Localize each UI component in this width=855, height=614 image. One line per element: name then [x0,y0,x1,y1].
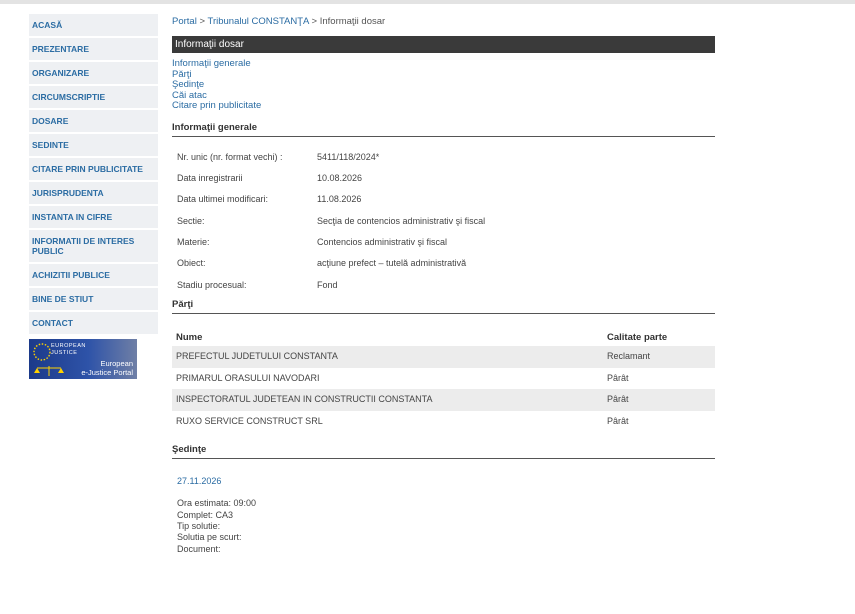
sidebar-item-achizitii-publice[interactable]: ACHIZITII PUBLICE [29,264,158,286]
info-row: Stadiu procesual: Fond [172,275,715,296]
info-row: Sectie: Secţia de contencios administrat… [172,211,715,232]
sidebar-item-acasa[interactable]: ACASĂ [29,14,158,36]
breadcrumb: Portal > Tribunalul CONSTANŢA > Informaţ… [172,14,715,30]
section-title-sedinte: Şedinţe [172,444,715,460]
quick-links: Informaţii generale Părţi Şedinţe Căi at… [172,58,715,112]
quick-link-citare[interactable]: Citare prin publicitate [172,100,715,112]
sedinta-details: Ora estimata: 09:00 Complet: CA3 Tip sol… [172,498,715,555]
table-row: PREFECTUL JUDETULUI CONSTANTA Reclamant [172,346,715,368]
quick-link-sedinte[interactable]: Şedinţe [172,79,715,91]
party-role: Pârât [607,415,629,426]
column-header-calitate: Calitate parte [607,332,668,344]
info-row: Data ultimei modificari: 11.08.2026 [172,189,715,210]
info-row: Obiect: acţiune prefect – tutelă adminis… [172,253,715,274]
info-label: Data inregistrarii [177,172,243,183]
sidebar-item-organizare[interactable]: ORGANIZARE [29,62,158,84]
sidebar-item-sedinte[interactable]: SEDINTE [29,134,158,156]
banner-line-1: EUROPEAN [51,343,86,349]
info-value: 5411/118/2024* [317,151,380,162]
quick-link-informatii-generale[interactable]: Informaţii generale [172,58,715,70]
eu-stars-icon [33,343,51,361]
section-title-general: Informaţii generale [172,122,715,137]
info-label: Sectie: [177,215,205,226]
breadcrumb-separator: > [311,16,318,27]
sedinta-document: Document: [177,543,221,554]
sidebar-item-contact[interactable]: CONTACT [29,312,158,334]
party-role: Pârât [607,372,629,383]
info-row: Materie: Contencios administrativ şi fis… [172,232,715,253]
banner-line-2: JUSTICE [51,350,78,356]
party-name: PRIMARUL ORASULUI NAVODARI [176,372,320,383]
banner-line-3: European [100,359,133,368]
sidebar-item-informatii-interes-public[interactable]: INFORMATII DE INTERES PUBLIC [29,230,158,262]
sedinta-solutia-pe-scurt: Solutia pe scurt: [177,532,242,543]
main-content: Portal > Tribunalul CONSTANŢA > Informaţ… [172,14,715,555]
table-row: RUXO SERVICE CONSTRUCT SRL Pârât [172,411,715,433]
party-name: PREFECTUL JUDETULUI CONSTANTA [176,351,338,362]
sidebar-item-citare[interactable]: CITARE PRIN PUBLICITATE [29,158,158,180]
sedinta-ora: Ora estimata: 09:00 [177,498,257,509]
info-value: Fond [317,279,338,290]
breadcrumb-separator: > [199,16,206,27]
info-label: Nr. unic (nr. format vechi) : [177,151,283,162]
breadcrumb-portal-link[interactable]: Portal [172,16,197,27]
sedinta-complet: Complet: CA3 [177,509,234,520]
party-role: Pârât [607,394,629,405]
info-value: Secţia de contencios administrativ şi fi… [317,215,486,226]
info-value: 10.08.2026 [317,172,363,183]
top-bar [0,0,855,4]
table-row: PRIMARUL ORASULUI NAVODARI Pârât [172,368,715,390]
info-row: Data inregistrarii 10.08.2026 [172,168,715,189]
page-title: Informaţii dosar [172,36,715,53]
quick-link-parti[interactable]: Părţi [172,69,715,81]
party-name: RUXO SERVICE CONSTRUCT SRL [176,415,323,426]
column-header-nume: Nume [176,332,203,344]
parti-table-header: Nume Calitate parte [172,330,715,346]
sidebar-item-bine-de-stiut[interactable]: BINE DE STIUT [29,288,158,310]
party-name: INSPECTORATUL JUDETEAN IN CONSTRUCTII CO… [176,394,433,405]
info-label: Materie: [177,237,210,248]
section-title-parti: Părţi [172,299,715,315]
info-value: acţiune prefect – tutelă administrativă [317,258,467,269]
info-label: Stadiu procesual: [177,279,247,290]
justice-scale-icon [34,366,64,376]
party-role: Reclamant [607,351,651,362]
general-info-table: Nr. unic (nr. format vechi) : 5411/118/2… [172,147,715,297]
sidebar-nav: ACASĂ PREZENTARE ORGANIZARE CIRCUMSCRIPT… [29,14,158,379]
banner-line-4: e-Justice Portal [81,368,133,377]
info-value: Contencios administrativ şi fiscal [317,237,448,248]
info-label: Data ultimei modificari: [177,194,269,205]
sidebar-item-circumscriptie[interactable]: CIRCUMSCRIPTIE [29,86,158,108]
sidebar-item-jurisprudenta[interactable]: JURISPRUDENTA [29,182,158,204]
sidebar-item-prezentare[interactable]: PREZENTARE [29,38,158,60]
info-label: Obiect: [177,258,206,269]
info-row: Nr. unic (nr. format vechi) : 5411/118/2… [172,147,715,168]
ejustice-portal-banner[interactable]: EUROPEAN JUSTICE European e-Justice Port… [29,339,137,379]
breadcrumb-court-link[interactable]: Tribunalul CONSTANŢA [208,16,309,27]
sedinta-date: 27.11.2026 [177,476,222,487]
sidebar-item-instanta-in-cifre[interactable]: INSTANTA IN CIFRE [29,206,158,228]
table-row: INSPECTORATUL JUDETEAN IN CONSTRUCTII CO… [172,389,715,411]
sidebar-item-dosare[interactable]: DOSARE [29,110,158,132]
sedinta-tip-solutie: Tip solutie: [177,521,221,532]
breadcrumb-current: Informaţii dosar [319,16,386,27]
info-value: 11.08.2026 [317,194,362,205]
